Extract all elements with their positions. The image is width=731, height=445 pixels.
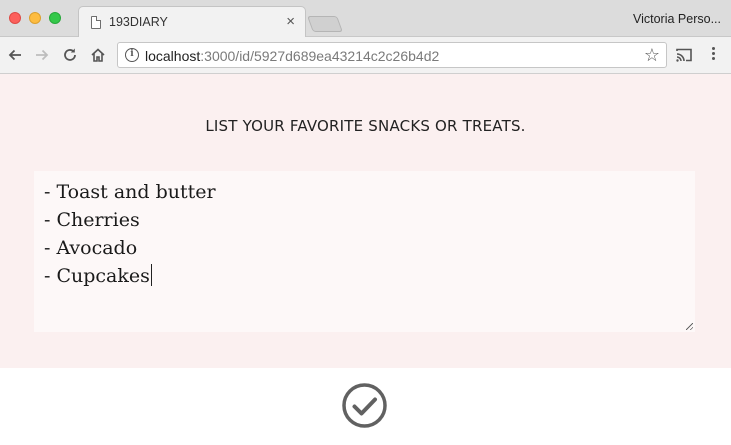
browser-tabstrip: 193DIARY × Victoria Perso... bbox=[0, 0, 731, 38]
text-caret bbox=[150, 264, 152, 286]
check-circle-icon bbox=[342, 383, 387, 428]
entry-line-last: - Cupcakes bbox=[44, 262, 685, 290]
entry-line: - Cherries bbox=[44, 209, 140, 231]
tab-close-icon[interactable]: × bbox=[286, 13, 295, 30]
info-icon[interactable]: i bbox=[125, 48, 139, 62]
kebab-menu-icon[interactable] bbox=[705, 45, 721, 65]
resize-handle[interactable] bbox=[686, 323, 693, 330]
forward-icon[interactable] bbox=[33, 46, 51, 64]
page-content: LIST YOUR FAVORITE SNACKS OR TREATS. - T… bbox=[0, 74, 731, 368]
answer-textarea[interactable]: - Toast and butter - Cherries - Avocado … bbox=[34, 171, 695, 332]
back-icon[interactable] bbox=[6, 46, 24, 64]
entry-line-text: - Cupcakes bbox=[44, 265, 150, 287]
profile-name[interactable]: Victoria Perso... bbox=[633, 12, 721, 26]
cast-icon[interactable] bbox=[675, 46, 693, 64]
question-prompt: LIST YOUR FAVORITE SNACKS OR TREATS. bbox=[205, 117, 526, 135]
page-footer bbox=[0, 368, 731, 445]
reload-icon[interactable] bbox=[61, 46, 79, 64]
tab-title: 193DIARY bbox=[109, 15, 168, 29]
minimize-window-button[interactable] bbox=[29, 12, 41, 24]
url-text[interactable]: localhost:3000/id/5927d689ea43214c2c26b4… bbox=[145, 48, 439, 64]
close-window-button[interactable] bbox=[9, 12, 21, 24]
browser-toolbar: i localhost:3000/id/5927d689ea43214c2c26… bbox=[0, 37, 731, 74]
url-path: :3000/id/5927d689ea43214c2c26b4d2 bbox=[200, 48, 440, 64]
entry-line: - Avocado bbox=[44, 237, 138, 259]
submit-check-button[interactable] bbox=[341, 382, 388, 429]
browser-tab-active[interactable]: 193DIARY × bbox=[78, 6, 306, 38]
maximize-window-button[interactable] bbox=[49, 12, 61, 24]
url-host: localhost bbox=[145, 48, 201, 64]
new-tab-button[interactable] bbox=[307, 16, 343, 32]
bookmark-star-icon[interactable]: ☆ bbox=[644, 45, 660, 66]
address-bar[interactable]: i localhost:3000/id/5927d689ea43214c2c26… bbox=[117, 42, 667, 68]
entry-line: - Toast and butter bbox=[44, 181, 216, 203]
page-icon bbox=[91, 16, 101, 29]
home-icon[interactable] bbox=[89, 46, 107, 64]
